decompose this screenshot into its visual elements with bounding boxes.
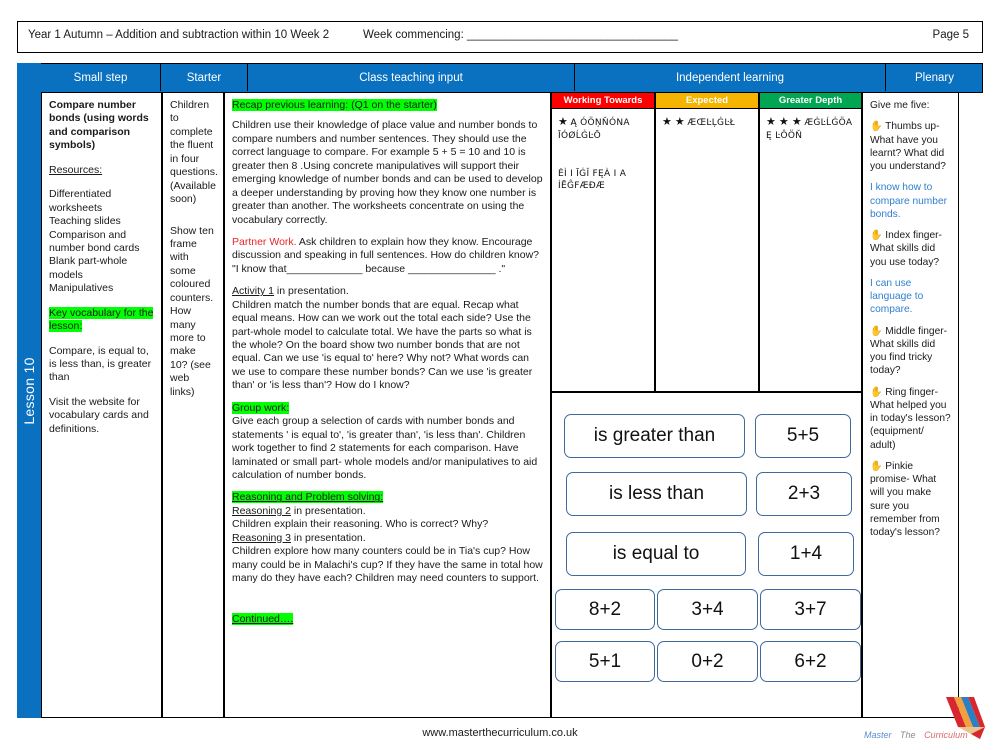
plenary-question-3: Middle finger- What skills did you find … bbox=[870, 325, 948, 377]
header-page-number: Page 5 bbox=[932, 29, 969, 41]
starter-paragraph-2: Show ten frame with some coloured counte… bbox=[170, 224, 214, 398]
recap-body: Children use their knowledge of place va… bbox=[232, 119, 543, 226]
reasoning3-tail: in presentation. bbox=[290, 531, 366, 544]
diff-header-greater-depth: Greater Depth bbox=[759, 92, 862, 109]
partner-work-label: Partner Work. bbox=[232, 235, 297, 248]
column-header-plenary: Plenary bbox=[915, 71, 954, 84]
resources-list: Differentiated worksheets Teaching slide… bbox=[49, 188, 140, 295]
diff-header-working-towards: Working Towards bbox=[551, 92, 655, 109]
gd-line-1: ÆĠĿĹĠÖA bbox=[804, 118, 853, 128]
activity1-tail: in presentation. bbox=[274, 285, 349, 298]
plenary-question-4: Ring finger- What helped you in today's … bbox=[870, 386, 951, 451]
continued-label: Continued…. bbox=[232, 613, 294, 626]
wt-line-3: ĖÌ I ĪĠĬ FĘÀ I A bbox=[558, 168, 627, 179]
header-title: Year 1 Autumn – Addition and subtraction… bbox=[28, 29, 330, 41]
column-header-small-step: Small step bbox=[41, 64, 161, 91]
column-header-independent-learning: Independent learning bbox=[575, 64, 886, 91]
diff-body-greater-depth: ★ ★ ★ ÆĠĿĹĠÖA Ę ĿÔÖŇ bbox=[759, 109, 862, 392]
diff-header-expected: Expected bbox=[655, 92, 759, 109]
group-work-body: Give each group a selection of cards wit… bbox=[232, 415, 538, 481]
website-note: Visit the website for vocabulary cards a… bbox=[49, 395, 149, 435]
card-8-plus-2[interactable]: 8+2 bbox=[555, 589, 655, 630]
hand-icon: ✋ bbox=[870, 121, 883, 133]
logo-wordmark: Master The Curriculum bbox=[864, 730, 968, 740]
wt-line-2: ĪÓØĹĠĿŌ bbox=[558, 130, 602, 141]
star-rating-working-towards: ★ bbox=[558, 116, 568, 128]
gd-line-2: Ę ĿÔÖŇ bbox=[766, 130, 803, 141]
card-panel: is greater than 5+5 is less than 2+3 is … bbox=[551, 392, 862, 718]
diff-column-greater-depth: Greater Depth ★ ★ ★ ÆĠĿĹĠÖA Ę ĿÔÖŇ bbox=[759, 92, 862, 392]
plenary-intro: Give me five: bbox=[870, 100, 930, 111]
card-0-plus-2[interactable]: 0+2 bbox=[657, 641, 758, 682]
recap-heading: Recap previous learning: (Q1 on the star… bbox=[232, 99, 437, 111]
lesson-spine: Lesson 10 bbox=[17, 63, 41, 718]
activity1-body: Children match the number bonds that are… bbox=[232, 298, 533, 392]
card-is-greater-than[interactable]: is greater than bbox=[564, 414, 745, 458]
reasoning2-tail: in presentation. bbox=[290, 504, 366, 517]
activity1-label: Activity 1 bbox=[232, 285, 275, 298]
logo-word-the: The bbox=[900, 730, 916, 740]
card-6-plus-2[interactable]: 6+2 bbox=[760, 641, 861, 682]
card-1-plus-4[interactable]: 1+4 bbox=[758, 532, 854, 576]
brand-logo: Master The Curriculum bbox=[862, 697, 994, 747]
logo-word-master: Master bbox=[864, 730, 892, 740]
header-week-commencing: Week commencing: _______________________… bbox=[363, 29, 679, 41]
wt-line-1: Ą ÓÖŅŇÓNA bbox=[570, 118, 630, 128]
reasoning2-body: Children explain their reasoning. Who is… bbox=[232, 518, 489, 531]
reasoning2-label: Reasoning 2 bbox=[232, 504, 291, 517]
wt-line-4: ÍĒĜFÆÐÆ bbox=[558, 181, 606, 192]
reasoning3-label: Reasoning 3 bbox=[232, 531, 291, 544]
page-header: Year 1 Autumn – Addition and subtraction… bbox=[17, 21, 983, 53]
reasoning3-body: Children explore how many counters could… bbox=[232, 545, 543, 584]
lesson-spine-label: Lesson 10 bbox=[21, 356, 37, 425]
card-5-plus-1[interactable]: 5+1 bbox=[555, 641, 655, 682]
small-step-title: Compare number bonds (using words and co… bbox=[49, 99, 149, 152]
reasoning-heading: Reasoning and Problem solving: bbox=[232, 491, 384, 504]
card-3-plus-4[interactable]: 3+4 bbox=[657, 589, 758, 630]
resources-heading: Resources: bbox=[49, 163, 103, 176]
plenary-question-1: Thumbs up- What have you learnt? What di… bbox=[870, 121, 946, 172]
hand-icon: ✋ bbox=[870, 386, 883, 398]
cell-class-teaching-input: Recap previous learning: (Q1 on the star… bbox=[224, 92, 551, 718]
footer-website-url: www.masterthecurriculum.co.uk bbox=[422, 727, 578, 739]
logo-word-curriculum: Curriculum bbox=[924, 730, 968, 740]
card-2-plus-3[interactable]: 2+3 bbox=[756, 472, 852, 516]
plenary-question-5: Pinkie promise- What will you make sure … bbox=[870, 460, 940, 538]
column-header-starter: Starter bbox=[161, 64, 248, 91]
diff-column-working-towards: Working Towards ★ Ą ÓÖŅŇÓNA ĪÓØĹĠĿŌ ĖÌ I… bbox=[551, 92, 655, 392]
lesson-plan-page: Year 1 Autumn – Addition and subtraction… bbox=[0, 0, 1000, 750]
cell-plenary: Give me five: ✋ Thumbs up- What have you… bbox=[862, 92, 959, 718]
plenary-answer-2: I can use language to compare. bbox=[870, 277, 924, 316]
key-vocabulary-list: Compare, is equal to, is less than, is g… bbox=[49, 344, 152, 384]
cell-small-step: Compare number bonds (using words and co… bbox=[41, 92, 162, 718]
group-work-heading: Group work: bbox=[232, 401, 290, 414]
card-3-plus-7[interactable]: 3+7 bbox=[760, 589, 861, 630]
hand-icon: ✋ bbox=[870, 325, 883, 337]
plenary-answer-1: I know how to compare number bonds. bbox=[870, 182, 948, 220]
card-5-plus-5[interactable]: 5+5 bbox=[755, 414, 851, 458]
diff-body-working-towards: ★ Ą ÓÖŅŇÓNA ĪÓØĹĠĿŌ ĖÌ I ĪĠĬ FĘÀ I A ÍĒĜ… bbox=[551, 109, 655, 392]
diff-column-expected: Expected ★ ★ ÆŒĿĻĠĿŁ bbox=[655, 92, 759, 392]
diff-body-expected: ★ ★ ÆŒĿĻĠĿŁ bbox=[655, 109, 759, 392]
key-vocabulary-heading: Key vocabulary for the lesson: bbox=[49, 306, 154, 333]
cell-starter: Children to complete the fluent in four … bbox=[162, 92, 224, 718]
card-is-equal-to[interactable]: is equal to bbox=[566, 532, 746, 576]
lesson-grid: Lesson 10 Small step Starter Class teach… bbox=[17, 63, 983, 718]
exp-line-1: ÆŒĿĻĠĿŁ bbox=[687, 118, 735, 128]
column-header-band: Small step Starter Class teaching input … bbox=[41, 63, 983, 93]
card-is-less-than[interactable]: is less than bbox=[566, 472, 747, 516]
column-header-class-teaching-input: Class teaching input bbox=[248, 64, 575, 91]
hand-icon: ✋ bbox=[870, 230, 883, 241]
star-rating-greater-depth: ★ ★ ★ bbox=[766, 116, 802, 128]
star-rating-expected: ★ ★ bbox=[662, 116, 685, 128]
hand-icon: ✋ bbox=[870, 460, 883, 472]
starter-paragraph-1: Children to complete the fluent in four … bbox=[170, 99, 218, 206]
